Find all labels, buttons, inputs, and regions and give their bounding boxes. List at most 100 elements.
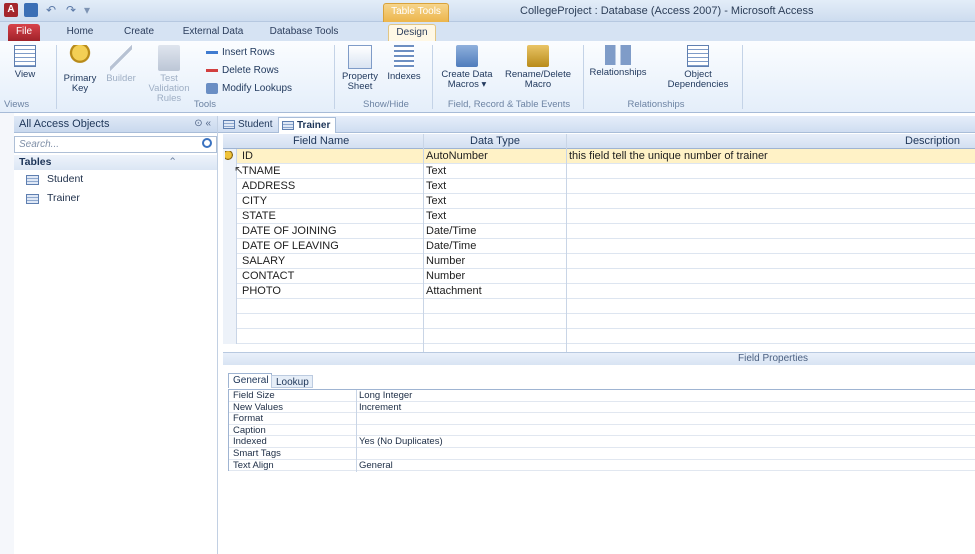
field-name-cell[interactable]: CITY [242, 195, 267, 207]
property-value[interactable]: General [359, 460, 393, 471]
empty-field-row[interactable] [223, 314, 975, 329]
description-cell[interactable]: this field tell the unique number of tra… [569, 150, 768, 162]
field-properties-rows: Field Size Long Integer New Values Incremen… [229, 390, 975, 472]
empty-field-row[interactable] [223, 299, 975, 314]
save-icon[interactable] [24, 3, 38, 17]
field-name-cell[interactable]: DATE OF JOINING [242, 225, 337, 237]
rename-delete-macro-button[interactable]: Rename/Delete Macro [500, 45, 576, 90]
group-separator [432, 45, 433, 109]
create-data-macros-button[interactable]: Create Data Macros ▾ [436, 45, 498, 90]
data-type-cell[interactable]: Number [426, 270, 465, 282]
field-row[interactable]: DATE OF JOINING Date/Time [223, 224, 975, 239]
tab-general[interactable]: General [228, 373, 272, 388]
field-name-cell[interactable]: DATE OF LEAVING [242, 240, 339, 252]
property-value[interactable]: Yes (No Duplicates) [359, 436, 443, 447]
test-validation-rules-button[interactable]: Test Validation Rules [140, 45, 198, 104]
header-description: Description [905, 135, 961, 147]
data-type-cell[interactable]: Date/Time [426, 240, 476, 252]
row-selector[interactable] [223, 314, 237, 329]
redo-icon[interactable]: ↷ [64, 3, 78, 17]
datasheet-view-icon [14, 45, 36, 67]
row-selector[interactable] [223, 224, 237, 239]
tab-file[interactable]: File [8, 24, 40, 41]
tab-lookup[interactable]: Lookup [271, 375, 313, 388]
row-selector[interactable] [223, 329, 237, 344]
object-dependencies-button[interactable]: Object Dependencies [660, 45, 736, 90]
field-name-cell[interactable]: TNAME [242, 165, 281, 177]
field-name-cell[interactable]: STATE [242, 210, 276, 222]
insert-rows-button[interactable]: Insert Rows [206, 47, 275, 58]
row-selector[interactable] [223, 194, 237, 209]
property-row[interactable]: New Values Increment [229, 402, 975, 414]
relationships-button[interactable]: Relationships [588, 45, 648, 78]
search-icon[interactable] [202, 138, 212, 148]
group-label-tools: Tools [193, 99, 216, 110]
field-name-cell[interactable]: PHOTO [242, 285, 281, 297]
field-name-cell[interactable]: CONTACT [242, 270, 294, 282]
row-selector[interactable] [223, 299, 237, 314]
data-type-cell[interactable]: Number [426, 255, 465, 267]
row-selector[interactable] [223, 239, 237, 254]
field-row[interactable]: STATE Text [223, 209, 975, 224]
header-field-name: Field Name [293, 135, 350, 147]
doc-tab-trainer[interactable]: Trainer [278, 117, 336, 133]
modify-lookups-button[interactable]: Modify Lookups [206, 83, 292, 94]
data-type-cell[interactable]: Text [426, 210, 446, 222]
data-type-cell[interactable]: Text [426, 195, 446, 207]
property-row[interactable]: Caption [229, 425, 975, 437]
row-selector[interactable] [223, 179, 237, 194]
field-name-cell[interactable]: ADDRESS [242, 180, 295, 192]
builder-button[interactable]: Builder [103, 45, 139, 84]
field-row[interactable]: CITY Text [223, 194, 975, 209]
property-value[interactable]: Increment [359, 402, 401, 413]
modify-lookups-icon [206, 83, 218, 94]
tab-create[interactable]: Create [118, 24, 160, 41]
customize-qat-icon[interactable]: ▾ [84, 3, 90, 17]
field-row[interactable]: DATE OF LEAVING Date/Time [223, 239, 975, 254]
view-button[interactable]: View [8, 45, 42, 80]
field-name-cell[interactable]: ID [242, 150, 253, 162]
field-row[interactable]: SALARY Number [223, 254, 975, 269]
property-sheet-button[interactable]: Property Sheet [340, 45, 380, 92]
row-selector[interactable] [223, 269, 237, 284]
field-row[interactable]: PHOTO Attachment [223, 284, 975, 299]
data-type-cell[interactable]: Attachment [426, 285, 482, 297]
property-row[interactable]: Indexed Yes (No Duplicates) [229, 436, 975, 448]
data-type-cell[interactable]: AutoNumber [426, 150, 488, 162]
collapse-chevron-icon[interactable]: ⌃ [168, 155, 177, 170]
field-row[interactable]: ID AutoNumber this field tell the unique n… [223, 149, 975, 164]
row-selector[interactable] [223, 254, 237, 269]
property-row[interactable]: Format [229, 413, 975, 425]
tab-database-tools[interactable]: Database Tools [262, 24, 346, 41]
field-row[interactable]: ADDRESS Text [223, 179, 975, 194]
tab-external-data[interactable]: External Data [180, 24, 246, 41]
row-selector[interactable] [223, 284, 237, 299]
indexes-button[interactable]: Indexes [384, 45, 424, 82]
property-row[interactable]: Text Align General [229, 460, 975, 472]
undo-icon[interactable]: ↶ [44, 3, 58, 17]
property-row[interactable]: Smart Tags [229, 448, 975, 460]
field-name-cell[interactable]: SALARY [242, 255, 285, 267]
nav-search-input[interactable]: Search... [14, 136, 217, 153]
nav-pane-controls[interactable]: ⊙ « [194, 116, 211, 132]
data-type-cell[interactable]: Text [426, 180, 446, 192]
nav-group-tables[interactable]: Tables ⌃ [14, 155, 217, 170]
delete-rows-button[interactable]: Delete Rows [206, 65, 279, 76]
property-row[interactable]: Field Size Long Integer [229, 390, 975, 402]
data-type-cell[interactable]: Text [426, 165, 446, 177]
primary-key-button[interactable]: Primary Key [62, 45, 98, 94]
empty-field-row[interactable] [223, 329, 975, 344]
property-value[interactable]: Long Integer [359, 390, 412, 401]
nav-item-student[interactable]: Student [14, 170, 217, 189]
nav-item-trainer[interactable]: Trainer [14, 189, 217, 208]
field-row[interactable]: CONTACT Number [223, 269, 975, 284]
doc-tab-student[interactable]: Student [220, 117, 276, 133]
column-divider [566, 134, 567, 352]
tab-design[interactable]: Design [388, 24, 436, 41]
field-row[interactable]: TNAME Text [223, 164, 975, 179]
row-selector[interactable] [223, 209, 237, 224]
data-type-cell[interactable]: Date/Time [426, 225, 476, 237]
tab-home[interactable]: Home [60, 24, 100, 41]
access-logo-icon[interactable]: A [4, 3, 18, 17]
nav-pane-header[interactable]: All Access Objects ⊙ « [14, 116, 217, 133]
